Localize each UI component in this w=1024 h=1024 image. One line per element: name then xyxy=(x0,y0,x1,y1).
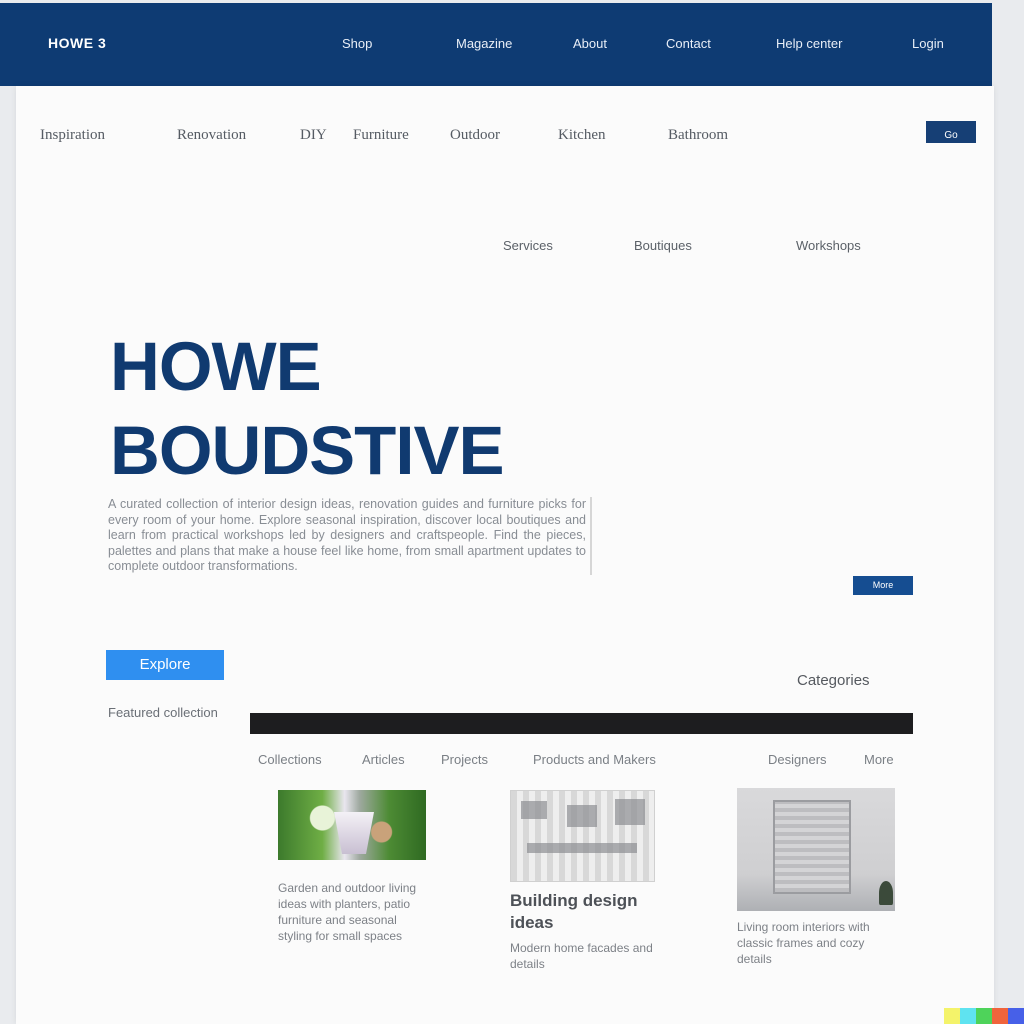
filter-designers[interactable]: Designers xyxy=(768,752,827,767)
section-label: Featured collection xyxy=(108,705,218,720)
subnav-item-bathroom[interactable]: Bathroom xyxy=(668,127,728,144)
filter-articles[interactable]: Articles xyxy=(362,752,405,767)
hero-title: HOWE BOUDSTIVE xyxy=(110,325,505,493)
vase-shape xyxy=(334,812,374,854)
nav-item-about[interactable]: About xyxy=(573,36,607,51)
filter-collections[interactable]: Collections xyxy=(258,752,322,767)
subnav-item-inspiration[interactable]: Inspiration xyxy=(40,127,105,144)
top-nav-bar: HOWE 3 Shop Magazine About Contact Help … xyxy=(0,3,992,86)
filter-projects[interactable]: Projects xyxy=(441,752,488,767)
subnav-go-button[interactable]: Go xyxy=(926,121,976,143)
nav-item-shop[interactable]: Shop xyxy=(342,36,372,51)
link-boutiques[interactable]: Boutiques xyxy=(634,238,692,253)
hero-title-line1: HOWE xyxy=(110,328,322,405)
color-strip xyxy=(944,1008,1024,1024)
color-swatch xyxy=(960,1008,976,1024)
subnav-item-outdoor[interactable]: Outdoor xyxy=(450,127,500,144)
nav-item-contact[interactable]: Contact xyxy=(666,36,711,51)
card-room[interactable]: Living room interiors with classic frame… xyxy=(737,788,895,967)
picture-frame-shape xyxy=(773,800,851,894)
subnav-item-furniture[interactable]: Furniture xyxy=(353,127,409,144)
filter-more[interactable]: More xyxy=(864,752,894,767)
card-building-caption: Modern home facades and details xyxy=(510,941,653,971)
color-swatch xyxy=(944,1008,960,1024)
link-workshops[interactable]: Workshops xyxy=(796,238,861,253)
nav-item-help-center[interactable]: Help center xyxy=(776,36,842,51)
subnav-item-renovation[interactable]: Renovation xyxy=(177,127,246,144)
brand-logo[interactable]: HOWE 3 xyxy=(48,35,106,51)
more-button[interactable]: More xyxy=(853,576,913,595)
subnav-item-diy[interactable]: DIY xyxy=(300,127,327,144)
window-shape xyxy=(521,801,547,819)
window-shape xyxy=(615,799,645,825)
hero-paragraph: A curated collection of interior design … xyxy=(108,497,592,575)
color-swatch xyxy=(976,1008,992,1024)
card-garden-image xyxy=(278,790,426,860)
card-building[interactable]: Building design ideas Modern home facade… xyxy=(510,790,655,972)
explore-button[interactable]: Explore xyxy=(106,650,224,680)
subnav-item-kitchen[interactable]: Kitchen xyxy=(558,127,605,144)
card-building-title: Building design ideas xyxy=(510,891,638,932)
section-divider-bar xyxy=(250,713,913,734)
categories-link[interactable]: Categories xyxy=(797,672,870,689)
window-shape xyxy=(567,805,597,827)
card-room-image xyxy=(737,788,895,911)
nav-item-magazine[interactable]: Magazine xyxy=(456,36,512,51)
window-shape xyxy=(527,843,637,853)
link-services[interactable]: Services xyxy=(503,238,553,253)
card-garden[interactable]: Garden and outdoor living ideas with pla… xyxy=(278,790,426,944)
plant-shape xyxy=(879,881,893,905)
card-room-caption: Living room interiors with classic frame… xyxy=(737,920,870,966)
color-swatch xyxy=(1008,1008,1024,1024)
filter-products-makers[interactable]: Products and Makers xyxy=(533,752,656,767)
nav-item-login[interactable]: Login xyxy=(912,36,944,51)
hero-title-line2: BOUDSTIVE xyxy=(110,412,505,489)
card-building-image xyxy=(510,790,655,882)
color-swatch xyxy=(992,1008,1008,1024)
card-garden-caption: Garden and outdoor living ideas with pla… xyxy=(278,881,417,943)
